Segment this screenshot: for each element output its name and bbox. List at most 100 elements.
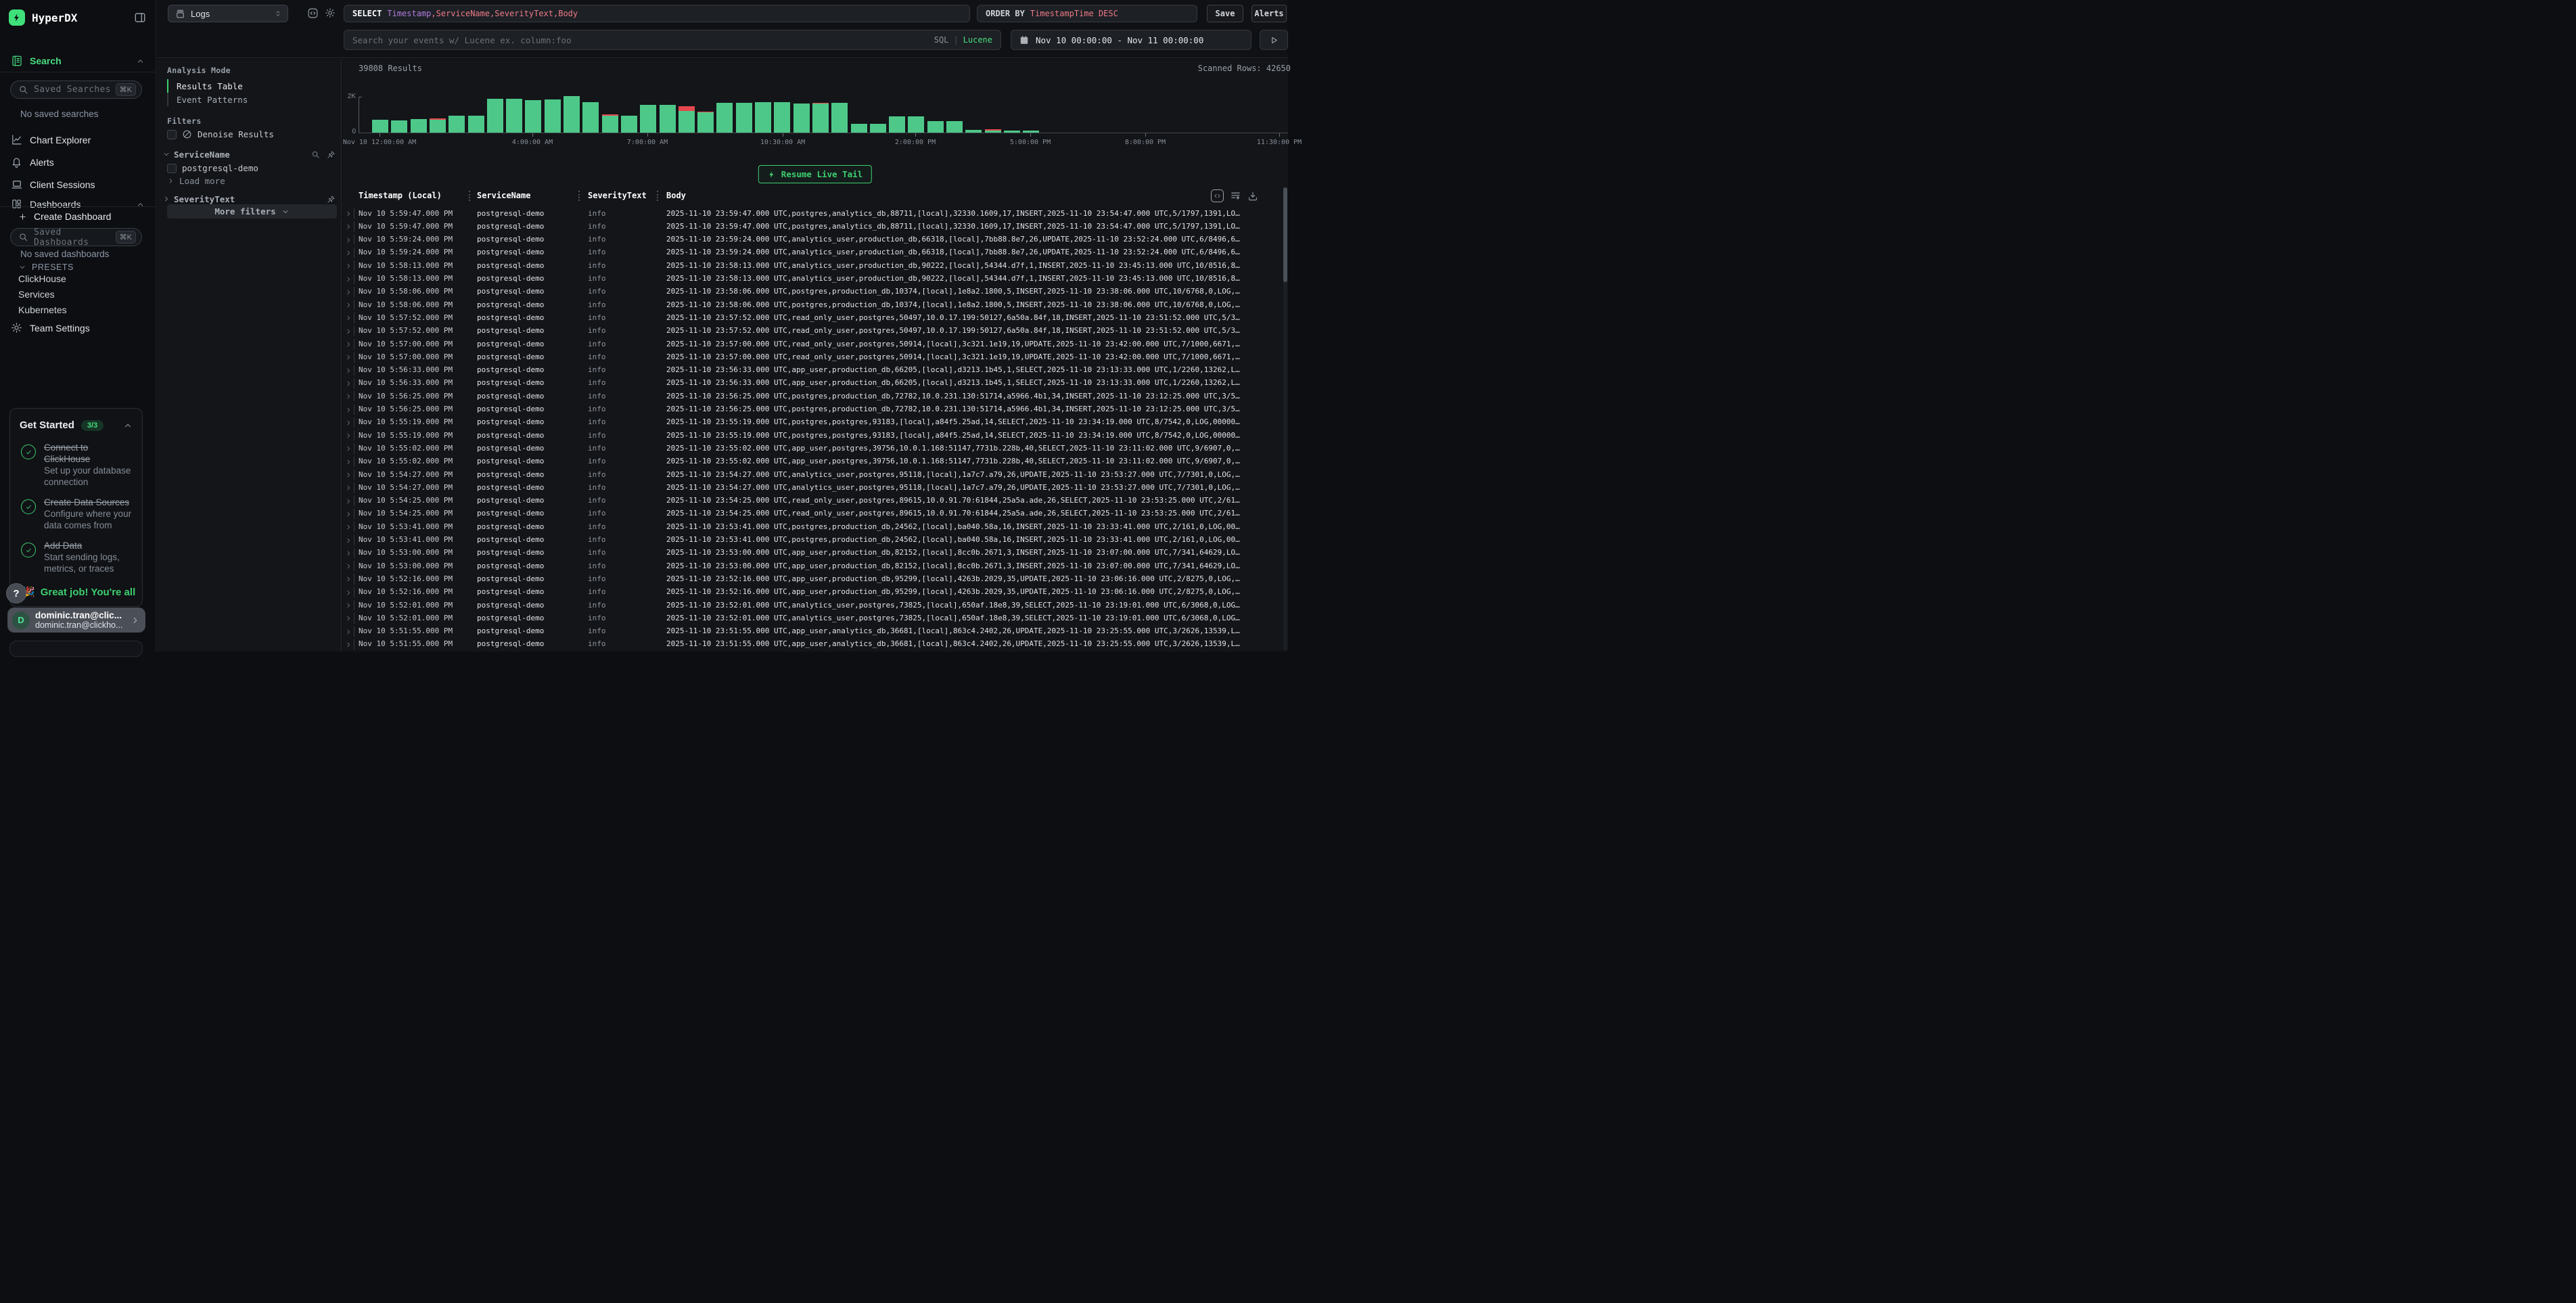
query-settings-gear-icon[interactable] bbox=[325, 7, 336, 18]
table-row[interactable]: Nov 10 5:53:00.000 PMpostgresql-demoinfo… bbox=[342, 547, 1288, 559]
histogram-bar[interactable] bbox=[525, 100, 541, 133]
lang-lucene-option[interactable]: Lucene bbox=[963, 35, 992, 45]
expand-row-chevron-icon[interactable] bbox=[345, 289, 352, 296]
histogram-bar[interactable] bbox=[755, 102, 771, 133]
expand-row-chevron-icon[interactable] bbox=[345, 393, 352, 400]
code-view-icon[interactable] bbox=[307, 7, 319, 19]
column-header-servicename[interactable]: ServiceName bbox=[477, 191, 530, 200]
table-row[interactable]: Nov 10 5:57:00.000 PMpostgresql-demoinfo… bbox=[342, 350, 1288, 363]
expand-row-chevron-icon[interactable] bbox=[345, 472, 352, 478]
expand-row-chevron-icon[interactable] bbox=[345, 641, 352, 648]
expand-row-chevron-icon[interactable] bbox=[345, 432, 352, 439]
chevron-up-icon[interactable] bbox=[136, 57, 145, 66]
order-by-input[interactable]: ORDER BY TimestampTime DESC bbox=[977, 5, 1197, 22]
expand-row-chevron-icon[interactable] bbox=[345, 380, 352, 387]
histogram-bar[interactable] bbox=[831, 103, 848, 133]
expand-row-chevron-icon[interactable] bbox=[345, 484, 352, 491]
date-range-picker[interactable]: Nov 10 00:00:00 - Nov 11 00:00:00 bbox=[1011, 30, 1251, 50]
expand-row-chevron-icon[interactable] bbox=[345, 367, 352, 374]
expand-row-chevron-icon[interactable] bbox=[345, 419, 352, 426]
expand-row-chevron-icon[interactable] bbox=[345, 550, 352, 557]
table-row[interactable]: Nov 10 5:51:55.000 PMpostgresql-demoinfo… bbox=[342, 625, 1288, 638]
resume-live-tail-button[interactable]: Resume Live Tail bbox=[758, 165, 872, 183]
download-icon[interactable] bbox=[1247, 191, 1258, 202]
histogram-bar[interactable] bbox=[448, 116, 465, 133]
histogram-bar[interactable] bbox=[1004, 131, 1020, 133]
table-row[interactable]: Nov 10 5:52:16.000 PMpostgresql-demoinfo… bbox=[342, 586, 1288, 599]
saved-searches-input[interactable]: Saved Searches ⌘K bbox=[10, 81, 142, 99]
table-row[interactable]: Nov 10 5:55:19.000 PMpostgresql-demoinfo… bbox=[342, 416, 1288, 429]
sidebar-item-client-sessions[interactable]: Client Sessions bbox=[0, 176, 156, 193]
histogram-bar[interactable] bbox=[678, 111, 695, 133]
json-view-icon[interactable] bbox=[1211, 189, 1224, 202]
alerts-button[interactable]: Alerts bbox=[1251, 5, 1287, 22]
expand-row-chevron-icon[interactable] bbox=[345, 511, 352, 518]
table-row[interactable]: Nov 10 5:51:55.000 PMpostgresql-demoinfo… bbox=[342, 638, 1288, 651]
vertical-scrollbar[interactable] bbox=[1283, 187, 1287, 650]
table-row[interactable]: Nov 10 5:59:24.000 PMpostgresql-demoinfo… bbox=[342, 246, 1288, 259]
histogram-bar[interactable] bbox=[582, 102, 599, 133]
sidebar-item-team-settings[interactable]: Team Settings bbox=[0, 319, 156, 337]
table-row[interactable]: Nov 10 5:54:25.000 PMpostgresql-demoinfo… bbox=[342, 507, 1288, 520]
histogram-bar[interactable] bbox=[794, 104, 810, 133]
wrap-lines-icon[interactable] bbox=[1230, 190, 1241, 202]
histogram-bar[interactable] bbox=[660, 105, 676, 133]
preset-kubernetes[interactable]: Kubernetes bbox=[18, 304, 67, 315]
histogram-bar[interactable] bbox=[716, 103, 733, 133]
expand-row-chevron-icon[interactable] bbox=[345, 563, 352, 570]
load-more-button[interactable]: Load more bbox=[167, 176, 225, 186]
column-resize-handle[interactable] bbox=[657, 191, 658, 201]
histogram-bar[interactable] bbox=[870, 124, 886, 133]
create-dashboard-button[interactable]: Create Dashboard bbox=[18, 211, 111, 222]
histogram-bar[interactable] bbox=[812, 104, 829, 133]
analysis-mode-event-patterns[interactable]: Event Patterns bbox=[167, 93, 334, 106]
table-row[interactable]: Nov 10 5:52:16.000 PMpostgresql-demoinfo… bbox=[342, 572, 1288, 585]
sidebar-item-alerts[interactable]: Alerts bbox=[0, 154, 156, 171]
expand-row-chevron-icon[interactable] bbox=[345, 459, 352, 465]
table-row[interactable]: Nov 10 5:56:33.000 PMpostgresql-demoinfo… bbox=[342, 364, 1288, 377]
scrollbar-thumb[interactable] bbox=[1283, 187, 1287, 282]
chevron-up-icon[interactable] bbox=[136, 200, 145, 209]
histogram-bar[interactable] bbox=[430, 120, 446, 133]
filter-search-icon[interactable] bbox=[311, 150, 320, 159]
table-row[interactable]: Nov 10 5:53:00.000 PMpostgresql-demoinfo… bbox=[342, 559, 1288, 572]
expand-row-chevron-icon[interactable] bbox=[345, 328, 352, 335]
lang-sql-option[interactable]: SQL bbox=[934, 35, 949, 45]
histogram-bar[interactable] bbox=[774, 102, 790, 133]
expand-row-chevron-icon[interactable] bbox=[345, 262, 352, 269]
histogram-bar[interactable] bbox=[851, 124, 867, 133]
table-row[interactable]: Nov 10 5:54:27.000 PMpostgresql-demoinfo… bbox=[342, 481, 1288, 494]
histogram-bar[interactable] bbox=[927, 121, 944, 133]
histogram-bar[interactable] bbox=[564, 96, 580, 133]
help-button[interactable]: ? bbox=[6, 583, 26, 603]
column-header-severitytext[interactable]: SeverityText bbox=[588, 191, 647, 200]
saved-dashboards-input[interactable]: Saved Dashboards ⌘K bbox=[10, 228, 142, 246]
expand-row-chevron-icon[interactable] bbox=[345, 276, 352, 283]
column-header-body[interactable]: Body bbox=[666, 191, 686, 200]
histogram-bar[interactable] bbox=[545, 99, 561, 133]
expand-row-chevron-icon[interactable] bbox=[345, 615, 352, 622]
filter-value-postgresql-demo[interactable]: postgresql-demo bbox=[167, 163, 258, 173]
table-row[interactable]: Nov 10 5:57:52.000 PMpostgresql-demoinfo… bbox=[342, 311, 1288, 324]
column-header-timestamp[interactable]: Timestamp (Local) bbox=[359, 191, 442, 200]
expand-row-chevron-icon[interactable] bbox=[345, 341, 352, 348]
select-query-input[interactable]: SELECT Timestamp,ServiceName,SeverityTex… bbox=[344, 5, 970, 22]
expand-row-chevron-icon[interactable] bbox=[345, 628, 352, 635]
histogram-bar[interactable] bbox=[1023, 131, 1039, 133]
table-row[interactable]: Nov 10 5:54:25.000 PMpostgresql-demoinfo… bbox=[342, 495, 1288, 507]
expand-row-chevron-icon[interactable] bbox=[345, 354, 352, 361]
sidebar-item-search[interactable]: Search bbox=[0, 52, 156, 70]
table-row[interactable]: Nov 10 5:56:25.000 PMpostgresql-demoinfo… bbox=[342, 390, 1288, 403]
histogram-bar[interactable] bbox=[602, 116, 618, 133]
histogram-bar[interactable] bbox=[411, 119, 427, 133]
expand-row-chevron-icon[interactable] bbox=[345, 210, 352, 217]
column-resize-handle[interactable] bbox=[469, 191, 470, 201]
expand-row-chevron-icon[interactable] bbox=[345, 576, 352, 582]
expand-row-chevron-icon[interactable] bbox=[345, 250, 352, 256]
histogram-bar[interactable] bbox=[946, 121, 963, 133]
histogram-bar[interactable] bbox=[965, 130, 982, 133]
pin-icon[interactable] bbox=[327, 195, 336, 204]
expand-row-chevron-icon[interactable] bbox=[345, 498, 352, 505]
filter-group-servicename[interactable]: ServiceName bbox=[162, 147, 336, 161]
checkbox[interactable] bbox=[167, 164, 177, 173]
